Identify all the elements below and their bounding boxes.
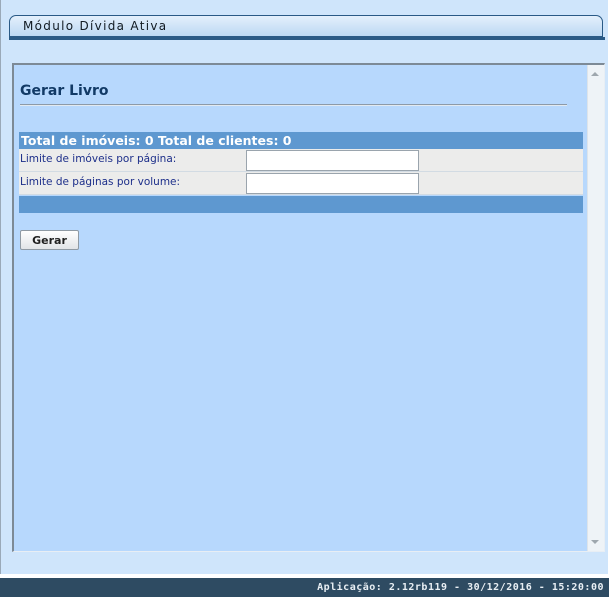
limite-paginas-label: Limite de páginas por volume: (20, 176, 181, 188)
form-row-limite-paginas: Limite de páginas por volume: (19, 172, 583, 195)
page-title: Gerar Livro (20, 83, 109, 99)
app-background: Módulo Dívida Ativa Gerar Livro Total de… (0, 0, 608, 574)
summary-header: Total de imóveis: 0 Total de clientes: 0 (19, 132, 583, 149)
title-divider (20, 104, 567, 106)
scroll-down-arrow-icon[interactable] (591, 540, 599, 544)
module-tab: Módulo Dívida Ativa (9, 15, 603, 37)
module-title: Módulo Dívida Ativa (23, 19, 168, 33)
application-version-text: Aplicação: 2.12rb119 - 30/12/2016 - 15:2… (317, 582, 604, 593)
module-tab-divider (9, 37, 605, 40)
content-frame: Gerar Livro Total de imóveis: 0 Total de… (12, 63, 605, 552)
vertical-scrollbar[interactable] (587, 65, 604, 551)
form-footer-bar (19, 196, 583, 213)
limite-imoveis-input[interactable] (246, 150, 419, 171)
limite-paginas-input[interactable] (246, 173, 419, 194)
scroll-up-arrow-icon[interactable] (591, 72, 599, 76)
status-bar: Aplicação: 2.12rb119 - 30/12/2016 - 15:2… (0, 578, 609, 597)
limite-imoveis-label: Limite de imóveis por página: (20, 153, 177, 165)
gerar-button[interactable]: Gerar (20, 230, 79, 250)
form-row-limite-imoveis: Limite de imóveis por página: (19, 149, 583, 172)
